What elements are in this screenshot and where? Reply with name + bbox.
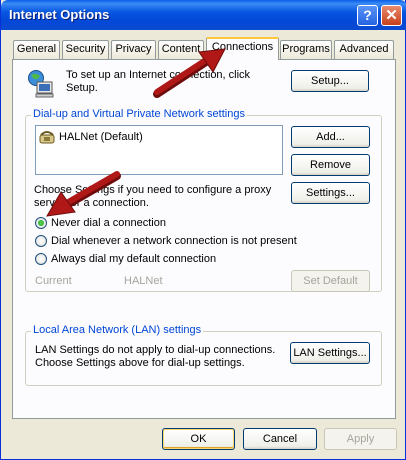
tab-general[interactable]: General [13,40,60,59]
radio-label[interactable]: Dial whenever a network connection is no… [51,235,297,248]
radio-button[interactable] [35,253,47,265]
lan-text-line2: Choose Settings above for dial-up settin… [35,357,245,369]
title-bar[interactable]: Internet Options ? ✕ [1,0,406,30]
internet-options-window: Internet Options ? ✕ General Security Pr… [0,0,406,460]
current-label: Current [35,275,72,287]
tab-advanced[interactable]: Advanced [334,40,394,59]
add-button[interactable]: Add... [291,126,370,148]
dialup-group-label: Dial-up and Virtual Private Network sett… [31,108,247,121]
setup-button[interactable]: Setup... [291,70,369,92]
lan-group-label: Local Area Network (LAN) settings [31,324,204,337]
dialup-phone-icon [39,131,55,144]
apply-button: Apply [324,428,397,450]
tab-privacy[interactable]: Privacy [111,40,156,59]
network-computer-icon [28,70,54,98]
annotation-arrow-icon [46,171,121,217]
radio-label[interactable]: Always dial my default connection [51,253,216,266]
annotation-arrow-icon [153,48,226,98]
tab-security[interactable]: Security [62,40,109,59]
setup-text-line2: Setup. [66,82,98,94]
radio-button[interactable] [35,235,47,247]
help-button[interactable]: ? [357,5,378,26]
window-title: Internet Options [9,7,110,22]
lan-text-line1: LAN Settings do not apply to dial-up con… [35,344,276,356]
cancel-button[interactable]: Cancel [243,428,317,450]
ok-button[interactable]: OK [162,428,235,450]
connection-name: HALNet (Default) [59,131,143,143]
connections-list[interactable]: HALNet (Default) [35,125,283,175]
lan-settings-button[interactable]: LAN Settings... [290,342,370,364]
connections-panel: To set up an Internet connection, click … [12,59,396,419]
remove-button[interactable]: Remove [291,154,370,176]
close-button[interactable]: ✕ [381,5,402,26]
tab-programs[interactable]: Programs [280,40,332,59]
settings-button[interactable]: Settings... [291,182,370,204]
current-value: HALNet [124,275,163,287]
set-default-button: Set Default [291,270,370,292]
